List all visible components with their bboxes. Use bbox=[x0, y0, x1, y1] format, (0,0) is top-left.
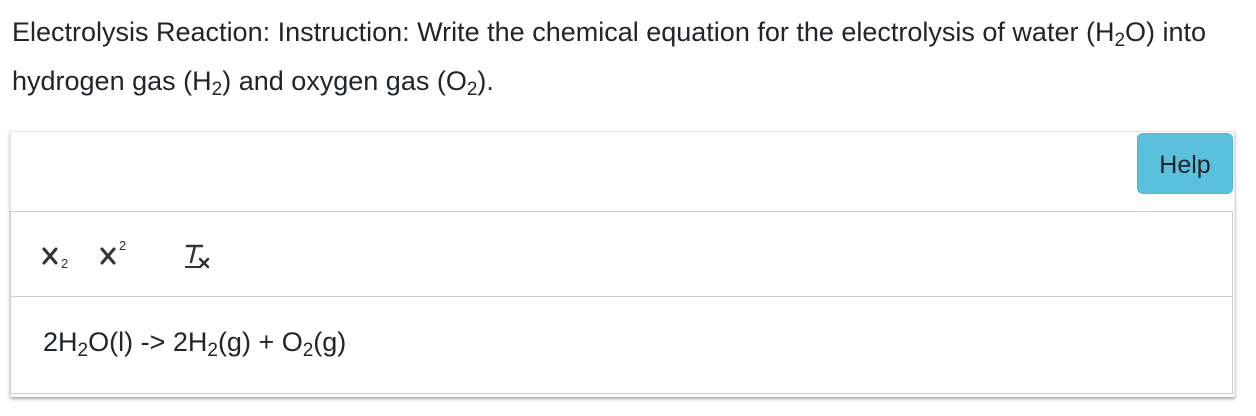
equation-part: (g) bbox=[313, 327, 347, 357]
question-part: ) and oxygen gas (O bbox=[222, 66, 467, 96]
equation-text: 2H2O(l) -> 2H2(g) + O2(g) bbox=[43, 327, 347, 361]
clear-formatting-icon[interactable] bbox=[183, 240, 219, 272]
question-part: Electrolysis Reaction: Instruction: Writ… bbox=[12, 17, 1115, 47]
equation-part: (g) + O bbox=[217, 327, 303, 357]
editor-toolbar: 2 2 bbox=[10, 211, 1233, 297]
subscript-text: 2 bbox=[207, 340, 218, 361]
help-button[interactable]: Help bbox=[1137, 133, 1233, 194]
subscript-text: 2 bbox=[77, 340, 89, 361]
subscript-text: 2 bbox=[1114, 30, 1126, 51]
question-part: ). bbox=[477, 66, 494, 96]
subscript-icon[interactable]: 2 bbox=[41, 240, 75, 272]
svg-text:2: 2 bbox=[119, 240, 126, 253]
superscript-icon[interactable]: 2 bbox=[99, 238, 135, 272]
svg-text:2: 2 bbox=[61, 256, 68, 271]
question-text: Electrolysis Reaction: Instruction: Writ… bbox=[12, 8, 1232, 106]
answer-input[interactable]: 2H2O(l) -> 2H2(g) + O2(g) bbox=[10, 297, 1233, 394]
subscript-text: 2 bbox=[211, 79, 223, 100]
subscript-text: 2 bbox=[466, 79, 478, 100]
equation-part: O(l) -> 2H bbox=[88, 327, 208, 357]
equation-part: 2H bbox=[43, 327, 78, 357]
subscript-text: 2 bbox=[302, 340, 314, 361]
